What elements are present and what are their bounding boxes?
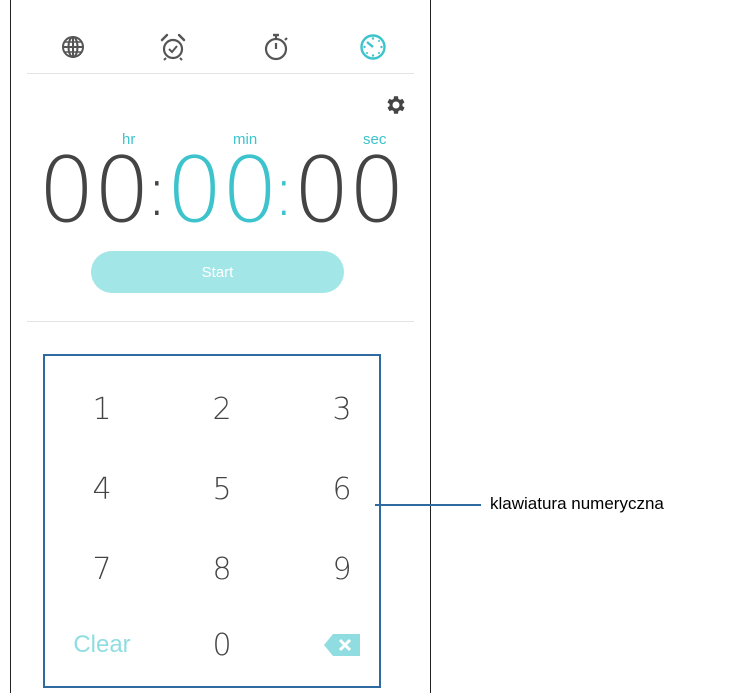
gear-icon bbox=[387, 96, 405, 114]
clear-button[interactable]: Clear bbox=[57, 620, 147, 670]
callout-line bbox=[375, 504, 481, 506]
hours-display[interactable]: 00 bbox=[38, 141, 151, 241]
alarm-icon bbox=[160, 33, 186, 61]
numeric-keypad: 1 2 3 4 5 6 7 8 9 Clear 0 bbox=[43, 354, 381, 688]
tab-stopwatch[interactable] bbox=[253, 24, 299, 70]
key-3[interactable]: 3 bbox=[297, 384, 387, 434]
keypad-callout-label: klawiatura numeryczna bbox=[490, 494, 664, 513]
key-4[interactable]: 4 bbox=[57, 464, 147, 514]
key-9[interactable]: 9 bbox=[297, 544, 387, 594]
key-6[interactable]: 6 bbox=[297, 464, 387, 514]
key-8[interactable]: 8 bbox=[177, 544, 267, 594]
tab-world-clock[interactable] bbox=[50, 24, 96, 70]
seconds-display[interactable]: 00 bbox=[293, 141, 406, 241]
backspace-icon bbox=[324, 634, 360, 656]
key-5[interactable]: 5 bbox=[177, 464, 267, 514]
minutes-display[interactable]: 00 bbox=[166, 141, 279, 241]
tab-bar bbox=[11, 0, 430, 74]
key-2[interactable]: 2 bbox=[177, 384, 267, 434]
backspace-button[interactable] bbox=[297, 620, 387, 670]
settings-button[interactable] bbox=[381, 90, 411, 120]
tab-alarm[interactable] bbox=[150, 24, 196, 70]
timer-icon bbox=[360, 34, 386, 60]
start-button[interactable]: Start bbox=[91, 251, 344, 293]
phone-screen: hr min sec 00 : 00 : 00 Start 1 2 3 4 5 … bbox=[10, 0, 431, 693]
globe-icon bbox=[62, 36, 84, 58]
key-1[interactable]: 1 bbox=[57, 384, 147, 434]
tab-divider bbox=[27, 73, 414, 74]
key-0[interactable]: 0 bbox=[177, 620, 267, 670]
section-divider bbox=[27, 321, 414, 322]
stopwatch-icon bbox=[264, 33, 288, 61]
tab-timer[interactable] bbox=[350, 24, 396, 70]
key-7[interactable]: 7 bbox=[57, 544, 147, 594]
